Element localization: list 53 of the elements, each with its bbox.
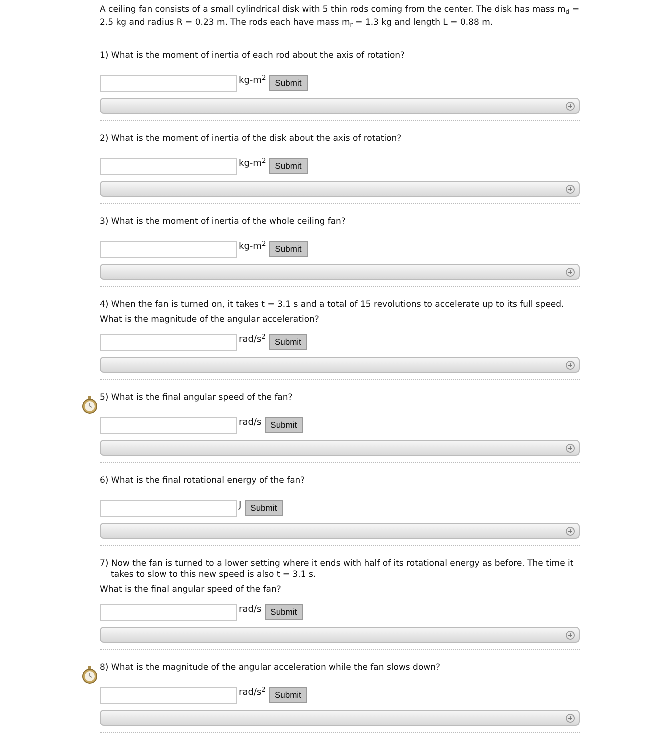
answer-field[interactable] (100, 686, 237, 704)
expand-icon[interactable] (566, 714, 575, 722)
expand-icon[interactable] (566, 360, 575, 370)
expand-icon[interactable] (566, 102, 575, 110)
expand-icon[interactable] (566, 630, 575, 640)
answer-field[interactable] (100, 74, 237, 92)
question-text: 3) What is the moment of inertia of the whole ceiling fan? (100, 217, 347, 228)
question-text: 6) What is the final rotational energy of the fan? (100, 476, 306, 487)
hint-bar[interactable] (100, 181, 580, 197)
submit-button[interactable]: Submit (269, 75, 308, 91)
unit-label: rad/s$^{2}$ (239, 687, 266, 699)
question-text: 7) Now the fan is turned to a lower setting where it ends with half of its rotational energy as before. The time it takes to slow to this new speed is also t = 3.1 s. (100, 559, 575, 581)
unit-label: rad/s$^{2}$ (239, 334, 266, 346)
stopwatch-icon (82, 396, 98, 414)
question-text: 4) When the fan is turned on, it takes t = 3.1 s and a total of 15 revolutions to accelerate up to its full speed. (100, 300, 566, 311)
hint-bar[interactable] (100, 264, 580, 280)
submit-button[interactable]: Submit (264, 604, 304, 620)
stopwatch-icon (82, 666, 98, 684)
unit-label: rad/s (239, 417, 262, 429)
unit-label: kg-m$^{2}$ (239, 158, 266, 170)
submit-button[interactable]: Submit (269, 158, 308, 174)
hint-bar[interactable] (100, 440, 580, 456)
question-text: What is the final angular speed of the fan? (100, 584, 282, 596)
question-text: 5) What is the final angular speed of the fan? (100, 393, 294, 404)
answer-field[interactable] (100, 334, 237, 350)
question-text: 2) What is the moment of inertia of the disk about the axis of rotation? (100, 134, 403, 145)
hint-bar[interactable] (100, 98, 580, 114)
question-text: 8) What is the magnitude of the angular acceleration while the fan slows down? (100, 663, 442, 674)
submit-button[interactable]: Submit (269, 241, 308, 257)
hint-bar[interactable] (100, 627, 580, 643)
hint-bar[interactable] (100, 710, 580, 726)
submit-button[interactable]: Submit (244, 500, 284, 516)
submit-button[interactable]: Submit (268, 334, 308, 350)
unit-label: kg-m$^{2}$ (239, 75, 266, 87)
expand-icon[interactable] (566, 184, 575, 194)
question-text: 1) What is the moment of inertia of each rod about the axis of rotation? (100, 51, 406, 62)
expand-icon[interactable] (566, 444, 575, 452)
hint-bar[interactable] (100, 523, 580, 539)
submit-button[interactable]: Submit (268, 687, 308, 703)
answer-field[interactable] (100, 158, 237, 174)
expand-icon[interactable] (566, 526, 575, 536)
unit-label: rad/s (239, 604, 262, 616)
answer-field[interactable] (100, 604, 237, 620)
expand-icon[interactable] (566, 268, 575, 276)
answer-field[interactable] (100, 500, 237, 516)
hint-bar[interactable] (100, 357, 580, 373)
question-text: What is the magnitude of the angular acceleration? (100, 314, 320, 326)
unit-label: J (239, 500, 242, 512)
answer-field[interactable] (100, 416, 237, 434)
answer-field[interactable] (100, 240, 237, 258)
problem-statement: A ceiling fan consists of a small cylindrical disk with 5 thin rods coming from the center. The disk has mass m$_{d}$ = 2.5 kg and radius R = 0.23 m. The rods each have mass m$_{r}$ = 1.3 kg and length L = 0.88 m. (100, 4, 580, 30)
unit-label: kg-m$^{2}$ (239, 241, 266, 253)
submit-button[interactable]: Submit (264, 417, 304, 433)
